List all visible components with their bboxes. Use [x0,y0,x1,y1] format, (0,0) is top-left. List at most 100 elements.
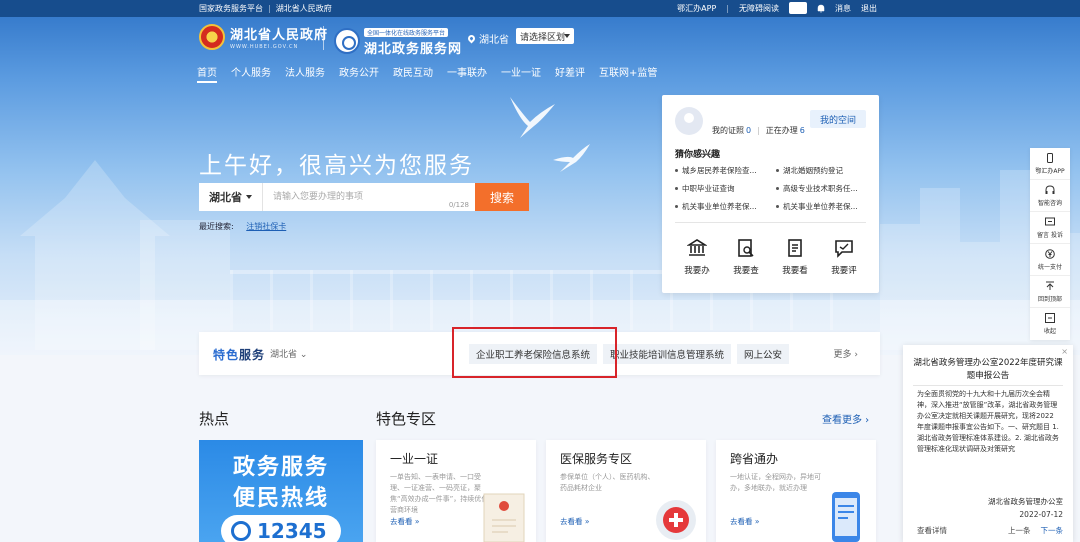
search-input[interactable] [263,183,475,211]
hot-section-title: 热点 [199,410,230,428]
float-label: 智能咨询 [1037,199,1062,207]
hotline-banner[interactable]: 政务服务 便民热线 12345 [199,440,363,542]
announcement-date: 2022-07-12 [1019,510,1063,519]
action-rate[interactable]: 我要评 [822,238,866,276]
zone-card-cross-province[interactable]: 跨省通办 一地认证，全程网办，异地可办，多地联办，就近办理 去看看 » [716,440,876,542]
featured-region-select[interactable]: 湖北省 ⌄ [270,347,307,360]
action-handle[interactable]: 我要办 [675,238,719,276]
float-pay-button[interactable]: 统一支付 [1030,244,1070,276]
float-complaint-button[interactable]: 留言 投诉 [1030,212,1070,244]
platform-name: 湖北政务服务网 [364,42,463,57]
platform-tag: 全国一体化在线政务服务平台 [364,28,449,37]
float-app-button[interactable]: 鄂汇办APP [1030,148,1070,180]
float-collapse-button[interactable]: 收起 [1030,308,1070,340]
messages-link[interactable]: 消息 [835,3,851,14]
link-ehuiban-app[interactable]: 鄂汇办APP [677,3,716,14]
announcement-footer: 查看详情 上一条 下一条 [917,525,1063,536]
search-bar: 湖北省 0/128 搜索 [199,183,529,211]
interest-list: 城乡居民养老保险查... 湖北婚姻预约登记 中职毕业证查询 高级专业技术职务任.… [675,165,869,212]
nav-item-rating[interactable]: 好差评 [555,64,585,83]
link-national-platform[interactable]: 国家政务服务平台 [199,4,263,13]
action-query[interactable]: 我要查 [724,238,768,276]
top-utility-bar: 国家政务服务平台 | 湖北省人民政府 鄂汇办APP | 无障碍阅读 消息 退出 [0,0,1080,17]
greeting-text: 上午好，很高兴为您服务 [199,153,474,179]
interest-item[interactable]: 城乡居民养老保险查... [675,165,768,176]
certs-count[interactable]: 0 [746,126,751,135]
location-indicator: 湖北省 [466,31,509,46]
nav-item-personal[interactable]: 个人服务 [231,64,271,83]
link-accessibility[interactable]: 无障碍阅读 [739,3,779,14]
nav-item-legal-person[interactable]: 法人服务 [285,64,325,83]
interest-item[interactable]: 机关事业单位养老保... [675,201,768,212]
interest-item[interactable]: 高级专业技术职务任... [776,183,869,194]
message-icon [1045,217,1055,225]
close-icon[interactable]: × [1061,347,1068,356]
float-top-button[interactable]: 回到顶部 [1030,276,1070,308]
processing-label[interactable]: 正在办理 [766,126,798,135]
collapse-icon [1045,313,1055,323]
recent-search-item[interactable]: 注销社保卡 [246,222,286,231]
announcement-next-link[interactable]: 下一条 [1041,525,1064,536]
float-label: 收起 [1043,328,1056,335]
nav-item-supervision[interactable]: 互联网+监管 [599,64,657,83]
my-space-button[interactable]: 我的空间 [810,110,866,128]
certs-label[interactable]: 我的证照 [712,126,744,135]
crane-icon [510,97,555,138]
location-pin-icon [466,33,477,44]
interest-item[interactable]: 中职毕业证查询 [675,183,768,194]
nav-item-interaction[interactable]: 政民互动 [393,64,433,83]
hotline-line2: 便民热线 [232,486,329,511]
announcement-signer: 湖北省政务管理办公室 [988,497,1063,506]
nav-item-one-thing[interactable]: 一事联办 [447,64,487,83]
mobile-app-icon [832,492,860,542]
hubei-gov-logo[interactable]: 湖北省人民政府 WWW.HUBEI.GOV.CN [199,24,328,50]
arrow-up-icon [1046,281,1054,290]
zone-card-one-license[interactable]: 一业一证 一单告知、一表申请、一口受理、一证准营、一码亮证，聚焦“高效办成一件事… [376,440,536,542]
zone-card-link[interactable]: 去看看 » [390,516,419,527]
zone-card-link[interactable]: 去看看 » [730,516,759,527]
hotline-number-pill: 12345 [221,515,341,542]
user-avatar-box[interactable] [789,2,807,14]
logo-divider [323,26,324,50]
nav-item-gov-affairs[interactable]: 政务公开 [339,64,379,83]
interest-title: 猜你感兴趣 [675,150,721,160]
zone-more-link[interactable]: 查看更多 › [822,411,869,426]
action-label: 我要办 [684,266,710,276]
chip-training-system[interactable]: 职业技能培训信息管理系统 [603,344,732,364]
logout-link[interactable]: 退出 [861,3,877,14]
interest-item[interactable]: 机关事业单位养老保... [776,201,869,212]
document-icon [788,239,802,257]
announcement-detail-link[interactable]: 查看详情 [917,525,947,536]
user-stats: 我的证照 0 | 正在办理 6 [712,126,805,135]
platform-logo[interactable]: 全国一体化在线政务服务平台 湖北政务服务网 [334,24,462,57]
search-scope-select[interactable]: 湖北省 [199,183,263,211]
user-panel: 我的证照 0 | 正在办理 6 我的空间 猜你感兴趣 城乡居民养老保险查... 湖北婚姻… [662,95,879,293]
announcement-prev-link[interactable]: 上一条 [1008,525,1031,536]
interest-item[interactable]: 湖北婚姻预约登记 [776,165,869,176]
action-view[interactable]: 我要看 [773,238,817,276]
avatar[interactable] [675,107,703,135]
zone-card-title: 一业一证 [390,452,439,466]
zone-card-link[interactable]: 去看看 » [560,516,589,527]
featured-more-link[interactable]: 更多 › [834,347,858,360]
action-label: 我要查 [733,266,759,276]
search-button[interactable]: 搜索 [475,183,529,211]
hotline-number: 12345 [257,519,327,542]
region-select[interactable]: 请选择区划 [516,28,574,44]
nav-item-one-license[interactable]: 一业一证 [501,64,541,83]
gov-name: 湖北省人民政府 [230,28,329,43]
chip-online-police[interactable]: 网上公安 [737,344,790,364]
recent-searches: 最近搜索: 注销社保卡 [199,221,286,232]
float-toolbar: 鄂汇办APP 智能咨询 留言 投诉 统一支付 回到顶部 收起 [1030,148,1070,340]
divider [675,222,866,223]
nav-item-home[interactable]: 首页 [197,64,217,83]
zone-card-medical-insurance[interactable]: 医保服务专区 参保单位（个人）、医药机构、药品耗材企业 去看看 » [546,440,706,542]
float-consult-button[interactable]: 智能咨询 [1030,180,1070,212]
recent-label: 最近搜索: [199,222,234,231]
phone-icon [1047,152,1053,163]
link-hubei-gov[interactable]: 湖北省人民政府 [276,4,332,13]
comment-icon [835,240,853,258]
processing-count[interactable]: 6 [800,126,805,135]
featured-title: 特色服务 [213,348,266,362]
float-label: 留言 投诉 [1037,231,1063,239]
